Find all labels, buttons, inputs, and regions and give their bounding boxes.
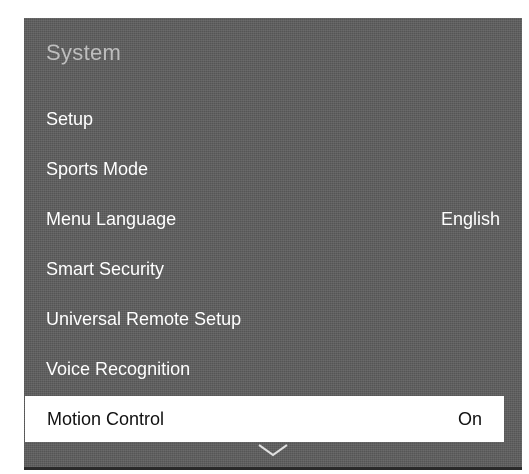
menu-item-smart-security[interactable]: Smart Security [24,244,522,294]
menu-item-label: Setup [46,108,94,129]
menu-item-setup[interactable]: Setup [24,94,522,144]
menu-item-menu-language[interactable]: Menu Language English [24,194,522,244]
menu-item-value: On [457,408,482,429]
menu-item-sports-mode[interactable]: Sports Mode [24,144,522,194]
menu-item-label: Voice Recognition [46,358,191,379]
panel-title: System [46,40,122,65]
menu-item-universal-remote-setup[interactable]: Universal Remote Setup [24,294,522,344]
menu-item-label: Menu Language [46,208,177,229]
menu-item-voice-recognition[interactable]: Voice Recognition [24,344,522,394]
menu-item-motion-control[interactable]: Motion Control On [25,396,504,442]
menu-item-label: Motion Control [47,408,165,429]
menu-list: Setup Sports Mode Menu Language English … [24,94,522,442]
menu-item-label: Sports Mode [46,158,149,179]
chevron-down-icon[interactable] [257,443,289,457]
system-menu-panel: System Setup Sports Mode Menu Language E… [24,18,522,470]
menu-item-value: English [440,208,500,229]
menu-item-label: Universal Remote Setup [46,308,242,329]
menu-item-label: Smart Security [46,258,165,279]
